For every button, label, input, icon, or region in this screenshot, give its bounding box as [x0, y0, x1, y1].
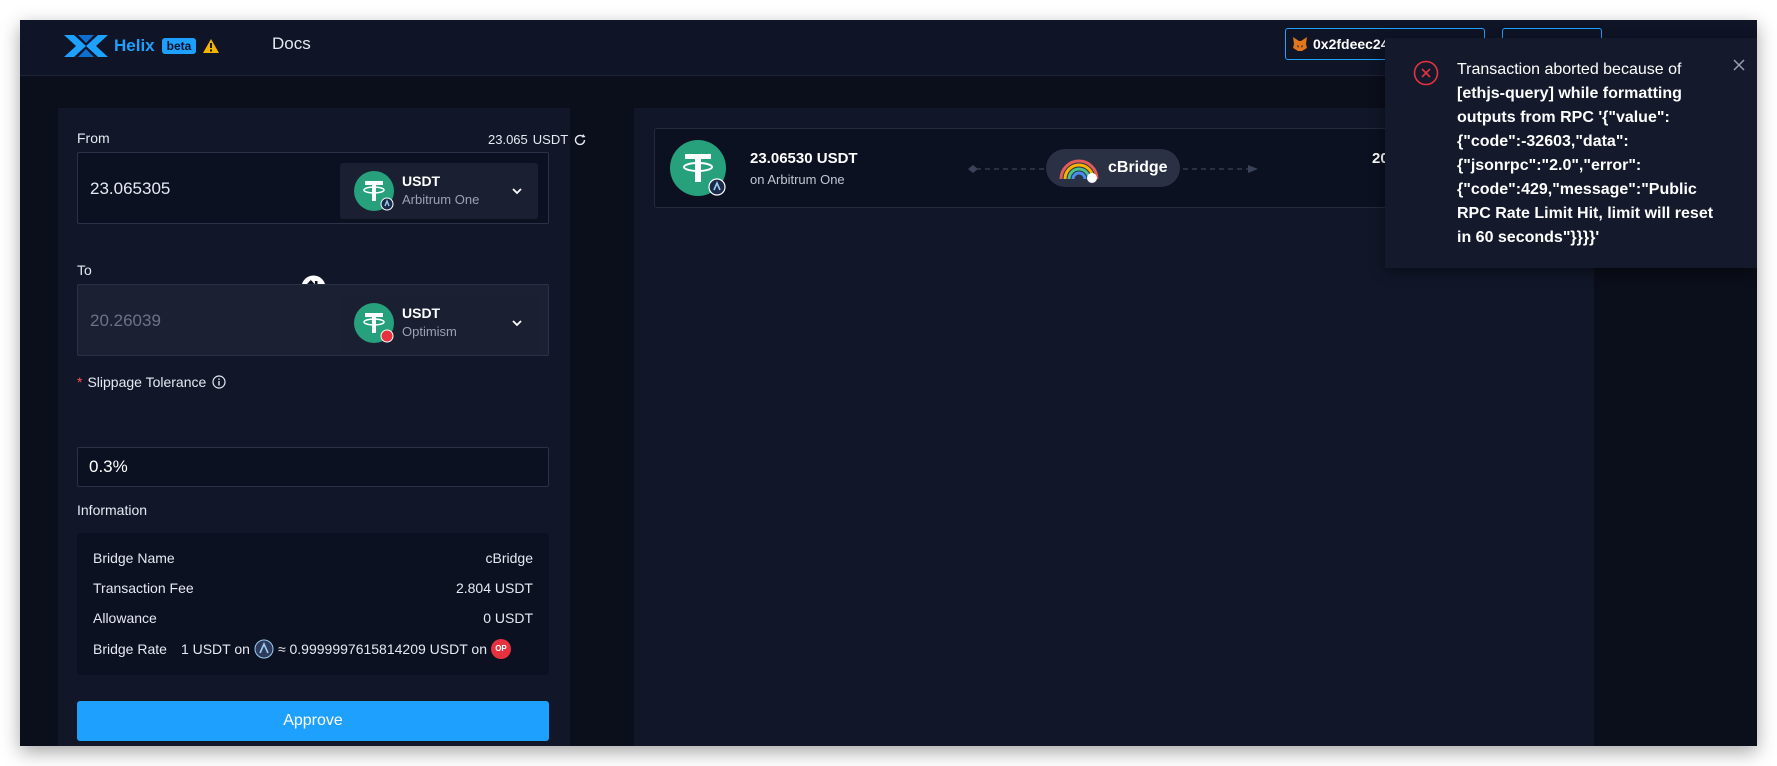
info-value: 2.804 USDT [455, 580, 533, 596]
info-value: 0 USDT [483, 610, 533, 626]
usdt-arbitrum-icon [354, 171, 394, 211]
chevron-down-icon [512, 320, 522, 327]
usdt-optimism-icon [354, 303, 394, 343]
close-icon[interactable] [1732, 58, 1746, 72]
balance-unit: USDT [532, 132, 569, 147]
refresh-icon[interactable] [573, 133, 587, 147]
to-token-network: Optimism [402, 324, 457, 339]
arbitrum-icon [254, 639, 274, 659]
info-key: Allowance [93, 610, 157, 626]
route-amount: 23.06530 USDT [750, 150, 858, 167]
error-close-circle-icon [1413, 60, 1439, 86]
error-message-lead: Transaction aborted because of [1457, 61, 1682, 78]
transfer-form-panel: From 23.065 USDT 23.065305 USDT Arbitrum… [58, 108, 586, 746]
error-notification: Transaction aborted because of [ethjs-qu… [1385, 38, 1757, 268]
warning-icon[interactable] [203, 39, 220, 53]
beta-badge: beta [161, 38, 197, 54]
to-token-name: USDT [402, 305, 441, 321]
to-label: To [77, 262, 92, 278]
rate-right: ≈ 0.9999997615814209 USDT on [277, 641, 487, 657]
bridge-badge: cBridge [1046, 149, 1180, 187]
cbridge-rainbow-icon [1059, 159, 1099, 183]
nav-docs-link[interactable]: Docs [272, 34, 311, 54]
balance-value: 23.065 [488, 132, 528, 147]
from-label: From [77, 130, 110, 146]
from-amount-input[interactable]: 23.065305 [90, 179, 170, 199]
info-icon[interactable] [212, 375, 226, 389]
optimism-badge-text: OP [495, 644, 507, 653]
to-field: 20.26039 USDT Optimism [77, 284, 549, 356]
bridge-name: cBridge [1108, 159, 1168, 176]
from-balance: 23.065 USDT [488, 132, 587, 147]
information-box: Bridge Name cBridge Transaction Fee 2.80… [77, 533, 549, 675]
info-value: cBridge [485, 550, 533, 566]
slippage-input[interactable]: 0.3% [77, 447, 549, 487]
usdt-arbitrum-icon [670, 140, 726, 196]
from-token-name: USDT [402, 173, 441, 189]
slippage-label-text: Slippage Tolerance [87, 374, 207, 390]
slippage-label: * Slippage Tolerance [77, 374, 226, 390]
logo-text: Helix [114, 36, 155, 55]
info-row-transaction-fee: Transaction Fee 2.804 USDT [93, 580, 533, 600]
helix-logo-icon [64, 35, 108, 57]
info-key: Bridge Rate [93, 641, 167, 657]
helix-logo[interactable]: Helix beta [64, 33, 220, 59]
required-marker: * [77, 374, 83, 390]
rate-left: 1 USDT on [180, 641, 250, 657]
to-token-select[interactable]: USDT Optimism [340, 295, 538, 351]
route-network: on Arbitrum One [750, 172, 845, 187]
metamask-fox-icon [1293, 37, 1307, 51]
error-message: Transaction aborted because of [ethjs-qu… [1457, 58, 1727, 250]
app-window: Helix beta Docs 0x2fdeec24 From 23.065 U… [20, 20, 1757, 746]
info-row-bridge-rate: Bridge Rate 1 USDT on ≈ 0.99999976158142… [93, 638, 533, 660]
approve-button[interactable]: Approve [77, 701, 549, 741]
info-row-bridge-name: Bridge Name cBridge [93, 550, 533, 570]
wallet-address: 0x2fdeec24 [1313, 36, 1389, 52]
from-field: 23.065305 USDT Arbitrum One [77, 152, 549, 224]
error-message-detail: [ethjs-query] while formatting outputs f… [1457, 85, 1714, 246]
info-key: Transaction Fee [93, 580, 194, 596]
info-key: Bridge Name [93, 550, 175, 566]
optimism-icon: OP [490, 639, 511, 659]
information-heading: Information [77, 502, 148, 518]
chevron-down-icon [512, 188, 522, 195]
from-token-network: Arbitrum One [402, 192, 480, 207]
from-token-select[interactable]: USDT Arbitrum One [340, 163, 538, 219]
to-amount-output: 20.26039 [90, 311, 161, 330]
info-row-allowance: Allowance 0 USDT [93, 610, 533, 630]
